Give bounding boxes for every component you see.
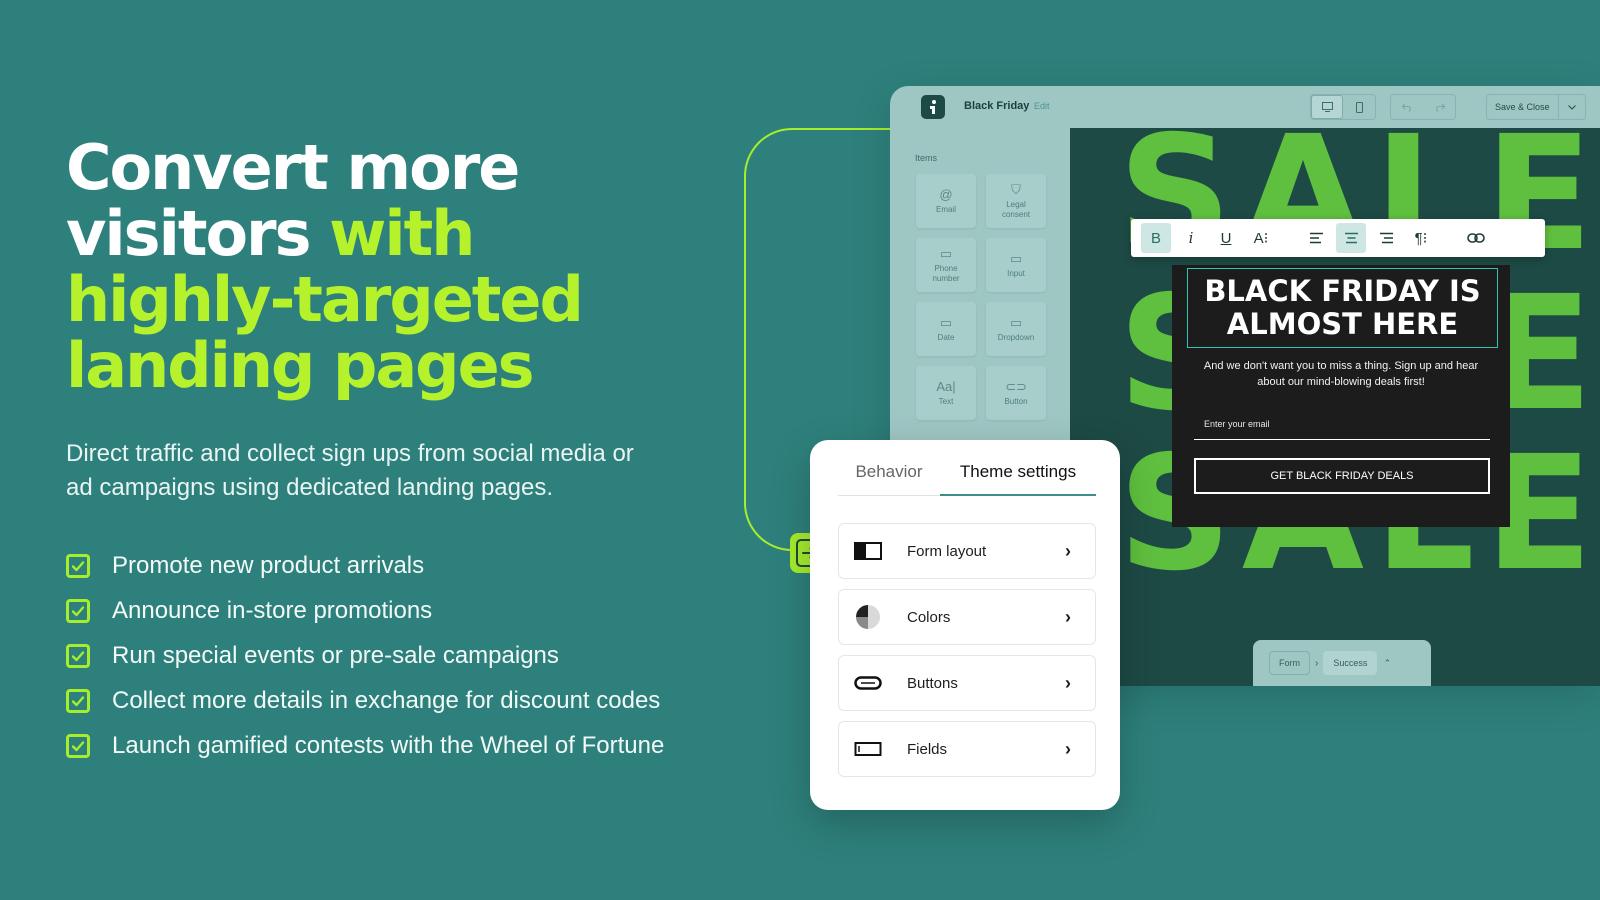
headline-line-2-green: with — [329, 197, 475, 270]
headline-line-1: Convert more — [66, 131, 520, 204]
input-field-icon: ▭ — [1009, 250, 1023, 266]
checkbox-icon — [66, 688, 90, 713]
feature-item: Launch gamified contests with the Wheel … — [66, 723, 706, 768]
hero-headline: Convert more visitors with highly-target… — [66, 135, 706, 399]
align-left-icon — [1309, 232, 1323, 244]
feature-item: Collect more details in exchange for dis… — [66, 678, 706, 723]
chevron-right-icon: › — [1065, 606, 1071, 627]
item-label: Email — [935, 204, 956, 214]
signup-popup: BLACK FRIDAY IS ALMOST HERE And we don't… — [1172, 265, 1510, 527]
card-label: Colors — [907, 608, 951, 626]
feature-item: Announce in-store promotions — [66, 588, 706, 633]
layout-icon — [853, 540, 883, 562]
item-label: Button — [1004, 396, 1028, 406]
hero-subtitle: Direct traffic and collect sign ups from… — [66, 440, 634, 501]
cta-button[interactable]: GET BLACK FRIDAY DEALS — [1194, 458, 1490, 494]
step-form[interactable]: Form — [1269, 651, 1310, 675]
color-wheel-icon — [853, 605, 883, 629]
feature-item: Promote new product arrivals — [66, 543, 706, 588]
chevron-right-icon: › — [1065, 540, 1071, 561]
settings-tabs: Behavior Theme settings — [838, 462, 1096, 496]
item-input[interactable]: ▭ Input — [986, 238, 1046, 292]
text-icon: Aa| — [936, 378, 956, 394]
item-email[interactable]: @ Email — [916, 174, 976, 228]
headline-line-3: highly-targeted — [66, 263, 584, 336]
align-right-button[interactable] — [1371, 223, 1401, 253]
items-heading: Items — [915, 153, 938, 163]
email-input[interactable]: Enter your email — [1194, 406, 1490, 440]
tab-behavior[interactable]: Behavior — [838, 462, 940, 496]
date-field-icon: ▭ — [939, 314, 953, 330]
chevron-up-icon[interactable]: ⌃ — [1377, 651, 1397, 675]
button-shape-icon: ⊂⊃ — [1005, 378, 1027, 394]
hero-section: Convert more visitors with highly-target… — [66, 135, 706, 768]
item-legal-consent[interactable]: ⛉ Legal consent — [986, 174, 1046, 228]
card-label: Fields — [907, 740, 948, 758]
edit-title-link[interactable]: Edit — [1034, 101, 1050, 111]
buttons-card[interactable]: Buttons › — [838, 655, 1096, 711]
button-shape-icon — [853, 672, 883, 694]
item-label: Date — [937, 332, 955, 342]
popup-headline[interactable]: BLACK FRIDAY IS ALMOST HERE — [1187, 268, 1498, 348]
dropdown-field-icon: ▭ — [1009, 314, 1023, 330]
item-label: Legal consent — [1001, 199, 1031, 219]
app-logo-icon[interactable] — [921, 95, 945, 119]
feature-item: Run special events or pre-sale campaigns — [66, 633, 706, 678]
link-icon — [1467, 233, 1485, 243]
item-date[interactable]: ▭ Date — [916, 302, 976, 356]
align-right-icon — [1379, 232, 1393, 244]
underline-button[interactable]: U — [1211, 223, 1241, 253]
font-size-button[interactable]: A⁝ — [1246, 223, 1276, 253]
feature-label: Run special events or pre-sale campaigns — [112, 641, 559, 669]
at-sign-icon: @ — [939, 186, 953, 202]
item-label: Input — [1007, 268, 1025, 278]
italic-button[interactable]: i — [1176, 223, 1206, 253]
item-label: Phone number — [932, 263, 960, 283]
bold-button[interactable]: B — [1141, 223, 1171, 253]
popup-body-text: And we don't want you to miss a thing. S… — [1203, 360, 1479, 388]
link-button[interactable] — [1461, 223, 1491, 253]
item-label: Text — [938, 396, 954, 406]
settings-panel: Behavior Theme settings Form layout › Co… — [810, 440, 1120, 810]
fields-card[interactable]: Fields › — [838, 721, 1096, 777]
chevron-right-icon: › — [1315, 657, 1319, 669]
item-text[interactable]: Aa| Text — [916, 366, 976, 420]
shield-icon: ⛉ — [1011, 181, 1021, 197]
feature-label: Announce in-store promotions — [112, 596, 433, 624]
align-left-button[interactable] — [1301, 223, 1331, 253]
step-success[interactable]: Success — [1323, 651, 1378, 675]
field-shape-icon — [853, 738, 883, 760]
card-label: Buttons — [907, 674, 958, 692]
checkbox-icon — [66, 598, 90, 623]
align-center-icon — [1344, 232, 1358, 244]
card-label: Form layout — [907, 542, 987, 560]
feature-label: Promote new product arrivals — [112, 551, 425, 579]
item-phone-number[interactable]: ▭ Phone number — [916, 238, 976, 292]
paragraph-button[interactable]: ¶⁝ — [1406, 223, 1436, 253]
chevron-right-icon: › — [1065, 672, 1071, 693]
checkbox-icon — [66, 553, 90, 578]
document-title: Black Friday — [964, 100, 1030, 112]
feature-label: Collect more details in exchange for dis… — [112, 686, 661, 714]
align-center-button[interactable] — [1336, 223, 1366, 253]
headline-line-2-white: visitors — [66, 197, 312, 270]
tab-theme-settings[interactable]: Theme settings — [940, 462, 1096, 496]
phone-field-icon: ▭ — [939, 245, 953, 261]
checkbox-icon — [66, 643, 90, 668]
headline-line-4: landing pages — [66, 329, 535, 402]
chevron-right-icon: › — [1065, 738, 1071, 759]
feature-list: Promote new product arrivals Announce in… — [66, 543, 706, 768]
colors-card[interactable]: Colors › — [838, 589, 1096, 645]
item-dropdown[interactable]: ▭ Dropdown — [986, 302, 1046, 356]
item-label: Dropdown — [997, 332, 1035, 342]
form-layout-card[interactable]: Form layout › — [838, 523, 1096, 579]
text-format-toolbar: B i U A⁝ ¶⁝ — [1131, 219, 1545, 257]
step-switcher: Form › Success ⌃ — [1253, 640, 1431, 686]
checkbox-icon — [66, 733, 90, 758]
feature-label: Launch gamified contests with the Wheel … — [112, 731, 665, 759]
item-button[interactable]: ⊂⊃ Button — [986, 366, 1046, 420]
